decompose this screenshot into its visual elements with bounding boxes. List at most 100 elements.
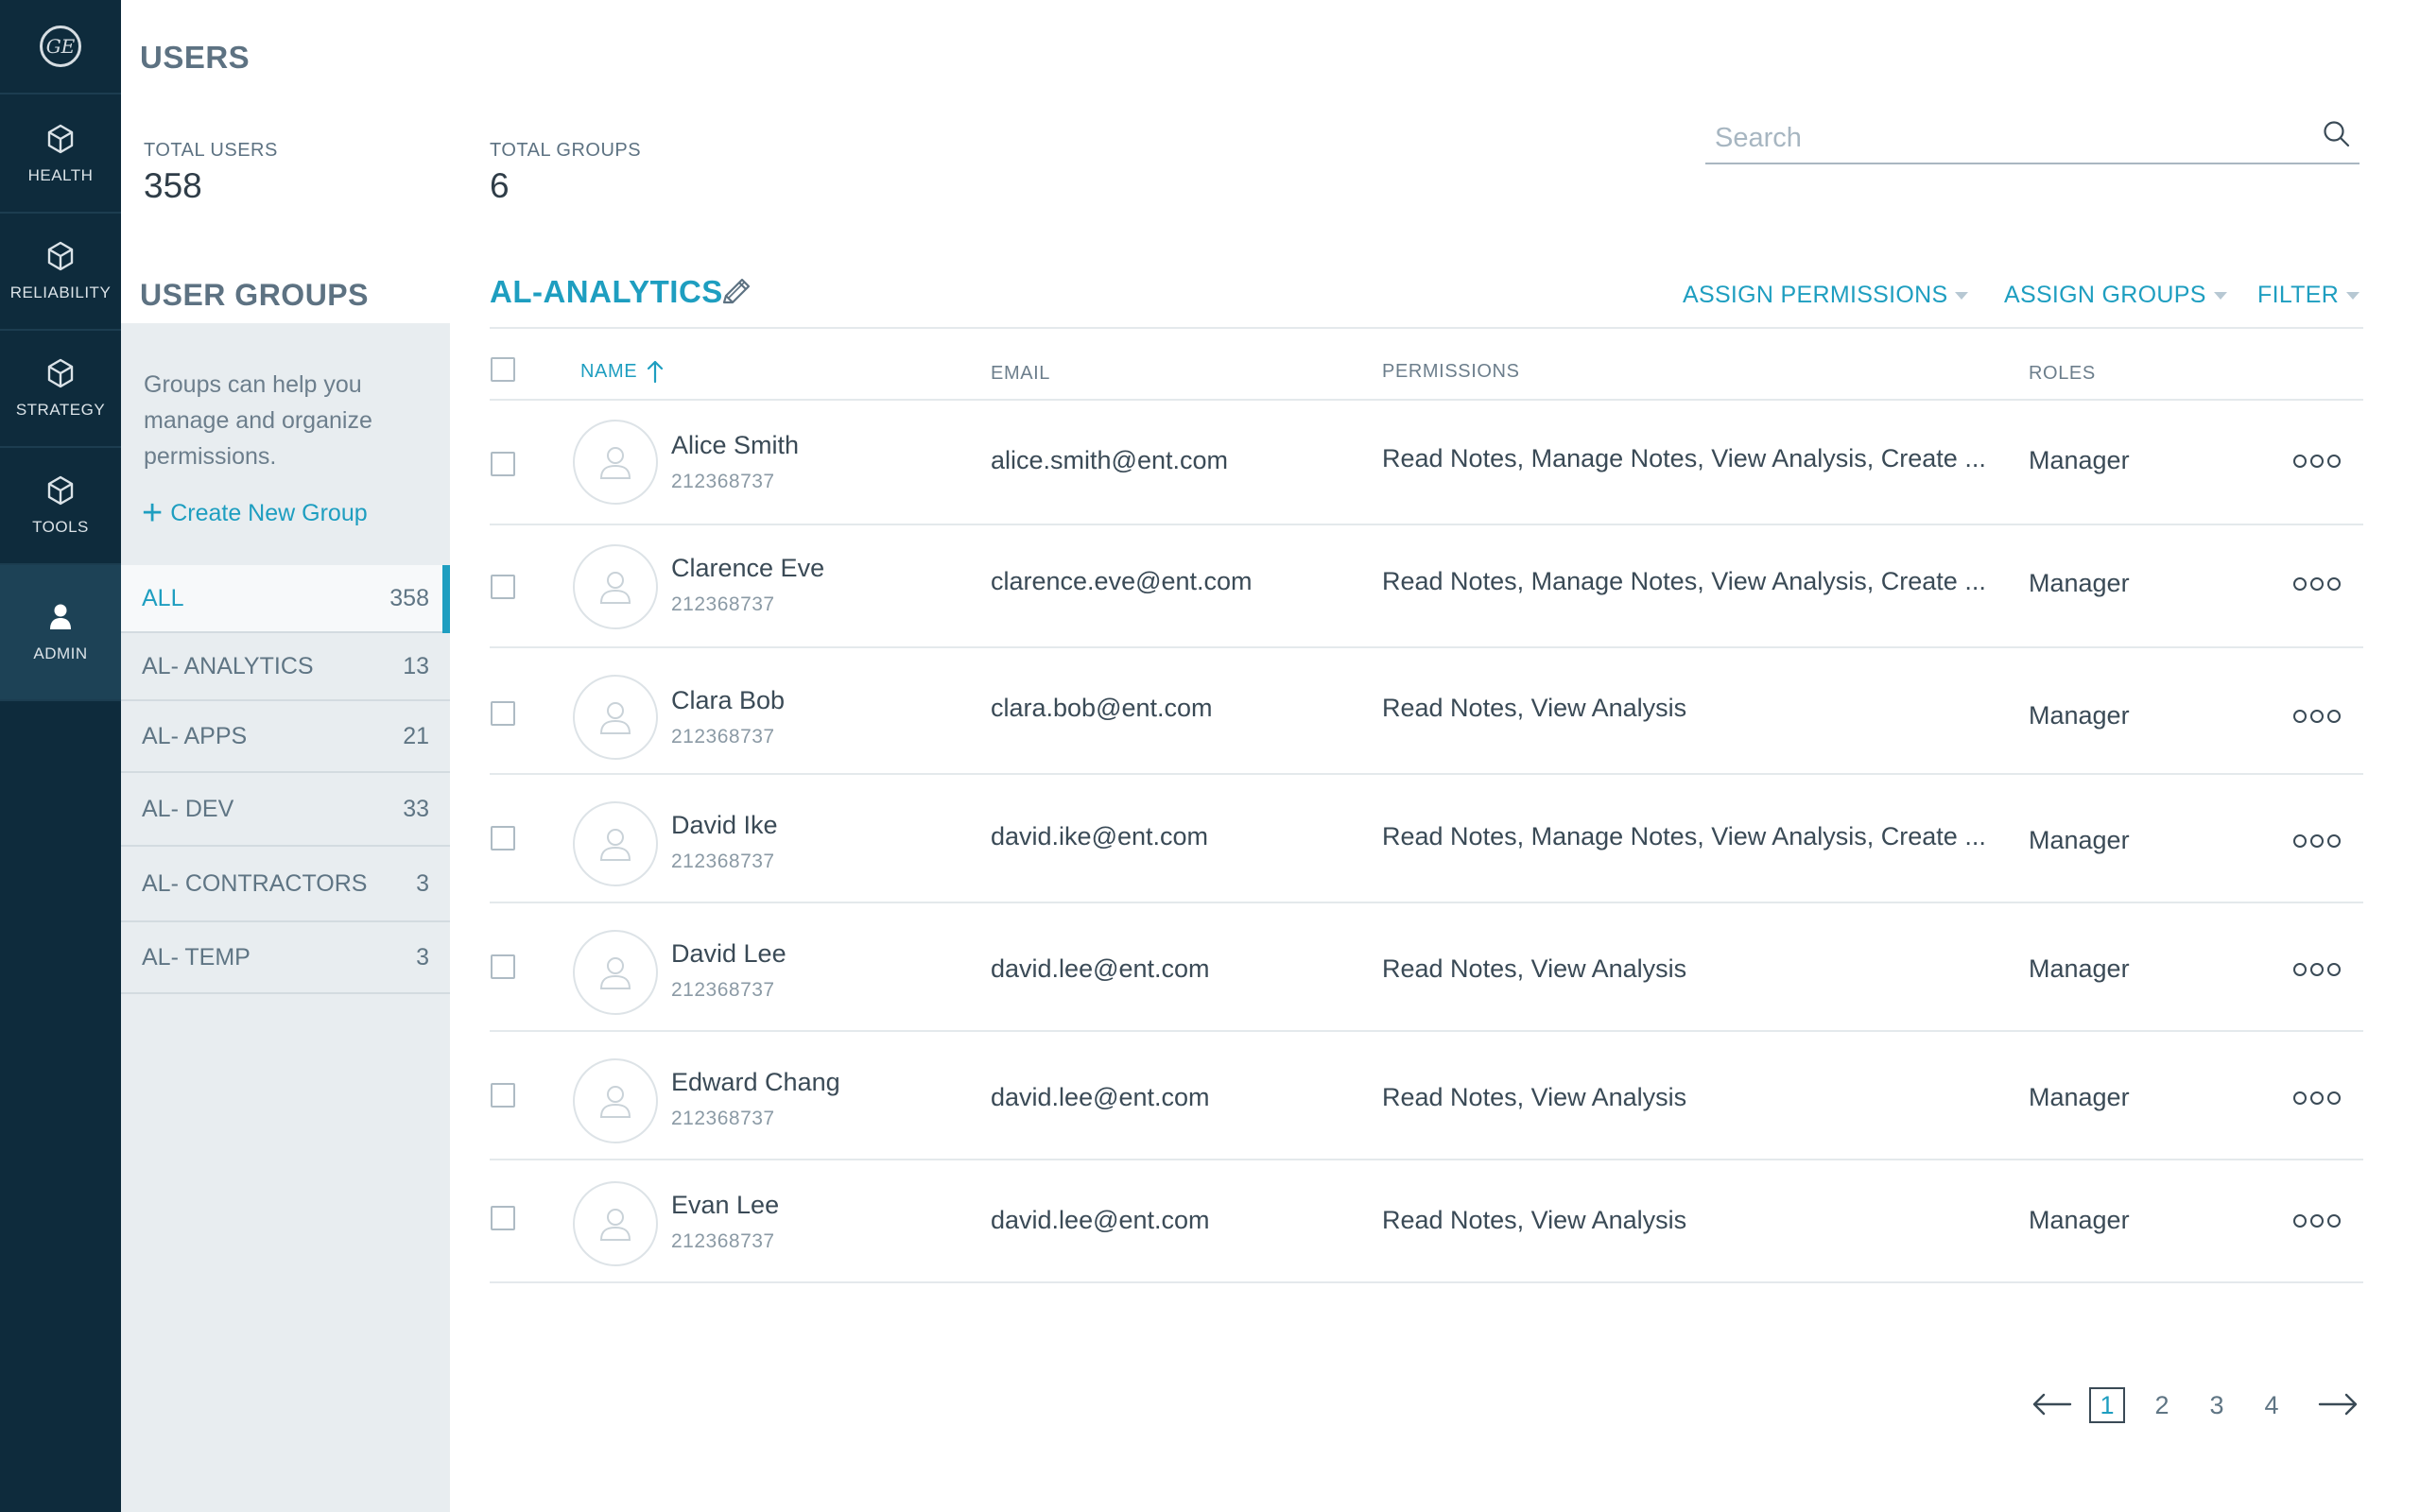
row-checkbox[interactable]: [491, 701, 515, 726]
user-email: david.lee@ent.com: [991, 1083, 1210, 1111]
group-count: 358: [389, 584, 429, 611]
avatar: [573, 1058, 658, 1143]
group-count: 33: [403, 795, 429, 822]
row-checkbox[interactable]: [491, 1083, 515, 1108]
ge-logo[interactable]: GE: [0, 0, 121, 94]
user-email: alice.smith@ent.com: [991, 446, 1228, 474]
user-placeholder-icon: [599, 447, 631, 479]
user-id: 212368737: [671, 1108, 775, 1129]
select-all-checkbox[interactable]: [491, 357, 515, 382]
group-item-dev[interactable]: AL- DEV 33: [121, 773, 450, 847]
nav-item-health[interactable]: HEALTH: [0, 96, 121, 214]
nav-rail: GE HEALTH RELIABILITY STRATEGY TOOLS ADM…: [0, 0, 121, 1512]
avatar: [573, 801, 658, 886]
row-divider: [490, 646, 2363, 648]
caret-down-icon: [2213, 291, 2227, 300]
user-name[interactable]: Clara Bob: [671, 686, 785, 715]
row-checkbox[interactable]: [491, 954, 515, 979]
nav-item-strategy[interactable]: STRATEGY: [0, 331, 121, 448]
user-email: clara.bob@ent.com: [991, 694, 1213, 722]
user-email: david.lee@ent.com: [991, 1206, 1210, 1234]
row-checkbox[interactable]: [491, 1206, 515, 1230]
more-options-icon[interactable]: [2293, 1211, 2341, 1230]
user-name[interactable]: David Ike: [671, 811, 778, 840]
group-name: AL- CONTRACTORS: [142, 869, 368, 897]
avatar: [573, 544, 658, 629]
more-options-icon[interactable]: [2293, 832, 2341, 850]
user-icon: [50, 604, 71, 629]
selected-group-title: AL-ANALYTICS: [490, 274, 723, 309]
create-new-group-link[interactable]: + Create New Group: [142, 495, 368, 531]
assign-permissions-dropdown[interactable]: ASSIGN PERMISSIONS: [1683, 282, 1969, 309]
user-permissions: Read Notes, View Analysis: [1382, 694, 1687, 722]
filter-dropdown[interactable]: FILTER: [2257, 282, 2360, 309]
column-header-name[interactable]: NAME: [580, 359, 666, 384]
group-count: 21: [403, 722, 429, 749]
cube-icon: [47, 475, 74, 506]
row-checkbox[interactable]: [491, 826, 515, 850]
user-permissions: Read Notes, Manage Notes, View Analysis,…: [1382, 822, 1986, 850]
user-permissions: Read Notes, Manage Notes, View Analysis,…: [1382, 567, 1986, 595]
group-count: 3: [416, 943, 429, 971]
nav-label: ADMIN: [33, 644, 88, 662]
user-name[interactable]: Evan Lee: [671, 1191, 779, 1220]
cube-icon: [47, 241, 74, 271]
previous-page-arrow-icon[interactable]: [2031, 1387, 2072, 1421]
user-placeholder-icon: [599, 1086, 631, 1118]
column-header-email[interactable]: EMAIL: [991, 363, 1050, 385]
user-placeholder-icon: [599, 829, 631, 861]
caret-down-icon: [2346, 291, 2360, 300]
user-name[interactable]: David Lee: [671, 939, 786, 969]
column-header-permissions[interactable]: PERMISSIONS: [1382, 361, 1520, 383]
more-options-icon[interactable]: [2293, 1089, 2341, 1108]
user-role: Manager: [2029, 954, 2130, 983]
user-name[interactable]: Edward Chang: [671, 1068, 840, 1097]
user-placeholder-icon: [599, 1209, 631, 1241]
next-page-arrow-icon[interactable]: [2318, 1387, 2360, 1421]
page-1[interactable]: 1: [2089, 1387, 2125, 1423]
more-options-icon[interactable]: [2293, 452, 2341, 471]
avatar: [573, 675, 658, 760]
more-options-icon[interactable]: [2293, 707, 2341, 726]
total-groups-value: 6: [490, 166, 510, 205]
nav-label: HEALTH: [27, 166, 94, 184]
column-header-roles[interactable]: ROLES: [2029, 363, 2096, 385]
user-placeholder-icon: [599, 702, 631, 734]
page-3[interactable]: 3: [2199, 1387, 2235, 1423]
pencil-icon[interactable]: [717, 274, 754, 312]
avatar: [573, 1181, 658, 1266]
group-item-all[interactable]: ALL 358: [121, 565, 450, 633]
user-role: Manager: [2029, 1083, 2130, 1111]
group-item-contractors[interactable]: AL- CONTRACTORS 3: [121, 847, 450, 922]
sort-ascending-icon: [648, 360, 664, 384]
group-name: ALL: [142, 584, 184, 611]
group-item-temp[interactable]: AL- TEMP 3: [121, 922, 450, 994]
page-2[interactable]: 2: [2144, 1387, 2180, 1423]
row-checkbox[interactable]: [491, 575, 515, 599]
user-id: 212368737: [671, 979, 775, 1001]
user-id: 212368737: [671, 593, 775, 615]
row-checkbox[interactable]: [491, 452, 515, 476]
nav-item-tools[interactable]: TOOLS: [0, 448, 121, 565]
avatar: [573, 930, 658, 1015]
nav-item-admin[interactable]: ADMIN: [0, 565, 121, 701]
total-users-value: 358: [144, 166, 202, 205]
page-4[interactable]: 4: [2254, 1387, 2290, 1423]
user-name[interactable]: Alice Smith: [671, 431, 799, 460]
user-id: 212368737: [671, 850, 775, 872]
group-name: AL- TEMP: [142, 943, 251, 971]
search-input[interactable]: [1715, 119, 2301, 157]
more-options-icon[interactable]: [2293, 960, 2341, 979]
group-item-apps[interactable]: AL- APPS 21: [121, 701, 450, 773]
user-permissions: Read Notes, View Analysis: [1382, 1206, 1687, 1234]
more-options-icon[interactable]: [2293, 575, 2341, 593]
nav-item-reliability[interactable]: RELIABILITY: [0, 214, 121, 331]
avatar: [573, 420, 658, 505]
assign-groups-label: ASSIGN GROUPS: [2004, 282, 2206, 308]
column-header-name-label: NAME: [580, 360, 638, 382]
search-icon[interactable]: [2322, 119, 2352, 149]
group-item-analytics[interactable]: AL- ANALYTICS 13: [121, 633, 450, 701]
nav-label: TOOLS: [32, 518, 89, 536]
user-name[interactable]: Clarence Eve: [671, 554, 824, 583]
assign-groups-dropdown[interactable]: ASSIGN GROUPS: [2004, 282, 2227, 309]
